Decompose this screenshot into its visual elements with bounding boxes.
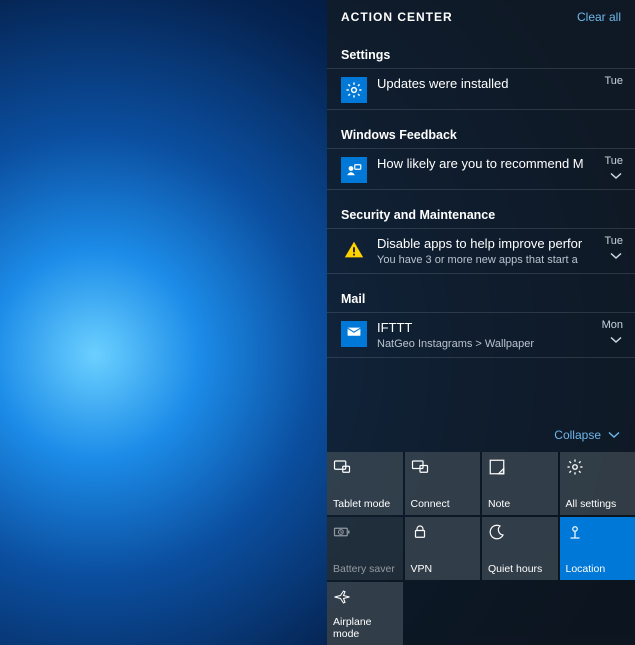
tile-label: All settings [566, 498, 630, 510]
action-center-panel: ACTION CENTER Clear all SettingsUpdates … [327, 0, 635, 645]
collapse-toggle[interactable]: Collapse [327, 420, 635, 452]
tile-label: VPN [411, 563, 475, 575]
battery-icon [333, 523, 351, 541]
notification-body: How likely are you to recommend M [377, 155, 591, 173]
quick-action-vpn[interactable]: VPN [405, 517, 481, 580]
notification-body: IFTTTNatGeo Instagrams > Wallpaper [377, 319, 591, 351]
notification-list: Settings Updates were installed Tue Windows… [327, 30, 635, 420]
collapse-label: Collapse [554, 428, 601, 442]
tablet-icon [333, 458, 351, 476]
notification-time: Tue [604, 75, 623, 87]
tile-label: Tablet mode [333, 498, 397, 510]
tile-label: Airplane mode [333, 616, 397, 640]
notification-meta: Tue [591, 235, 629, 263]
tile-label: Location [566, 563, 630, 575]
panel-title: ACTION CENTER [341, 10, 453, 24]
vpn-icon [411, 523, 429, 541]
notification-title: Disable apps to help improve perfor [377, 235, 587, 253]
notification-item[interactable]: Disable apps to help improve perforYou h… [327, 229, 635, 274]
notification-item[interactable]: How likely are you to recommend M Tue [327, 149, 635, 190]
notification-subtitle: You have 3 or more new apps that start a [377, 253, 587, 267]
chevron-down-icon[interactable] [609, 169, 623, 183]
notification-item[interactable]: Updates were installed Tue [327, 69, 635, 110]
quick-action-airplane-mode[interactable]: Airplane mode [327, 582, 403, 645]
warning-icon [341, 237, 367, 263]
group-header[interactable]: Mail [327, 274, 635, 313]
chevron-down-icon[interactable] [609, 249, 623, 263]
airplane-icon [333, 588, 351, 606]
tile-label: Connect [411, 498, 475, 510]
tile-label: Note [488, 498, 552, 510]
settings-icon [566, 458, 584, 476]
quick-action-note[interactable]: Note [482, 452, 558, 515]
notification-title: How likely are you to recommend M [377, 155, 587, 173]
chevron-down-icon [607, 428, 621, 442]
notification-time: Tue [604, 235, 623, 247]
notification-meta: Mon [591, 319, 629, 347]
notification-title: IFTTT [377, 319, 587, 337]
connect-icon [411, 458, 429, 476]
notification-meta: Tue [591, 155, 629, 183]
group-header[interactable]: Security and Maintenance [327, 190, 635, 229]
quick-action-connect[interactable]: Connect [405, 452, 481, 515]
quick-action-battery-saver[interactable]: Battery saver [327, 517, 403, 580]
quick-action-tablet-mode[interactable]: Tablet mode [327, 452, 403, 515]
notification-item[interactable]: IFTTTNatGeo Instagrams > Wallpaper Mon [327, 313, 635, 358]
clear-all-link[interactable]: Clear all [577, 10, 621, 24]
note-icon [488, 458, 506, 476]
gear-icon [341, 77, 367, 103]
notification-body: Updates were installed [377, 75, 591, 93]
tile-label: Battery saver [333, 563, 397, 575]
chevron-down-icon[interactable] [609, 333, 623, 347]
notification-time: Mon [602, 319, 623, 331]
notification-subtitle: NatGeo Instagrams > Wallpaper [377, 337, 587, 351]
notification-time: Tue [604, 155, 623, 167]
notification-meta: Tue [591, 75, 629, 87]
quiet-icon [488, 523, 506, 541]
notification-body: Disable apps to help improve perforYou h… [377, 235, 591, 267]
group-header[interactable]: Windows Feedback [327, 110, 635, 149]
tile-label: Quiet hours [488, 563, 552, 575]
quick-action-location[interactable]: Location [560, 517, 635, 580]
feedback-icon [341, 157, 367, 183]
quick-action-tiles: Tablet mode Connect Note All settings Batter… [327, 452, 635, 645]
quick-action-quiet-hours[interactable]: Quiet hours [482, 517, 558, 580]
panel-header: ACTION CENTER Clear all [327, 0, 635, 30]
notification-title: Updates were installed [377, 75, 587, 93]
location-icon [566, 523, 584, 541]
group-header[interactable]: Settings [327, 30, 635, 69]
mail-icon [341, 321, 367, 347]
quick-action-all-settings[interactable]: All settings [560, 452, 635, 515]
